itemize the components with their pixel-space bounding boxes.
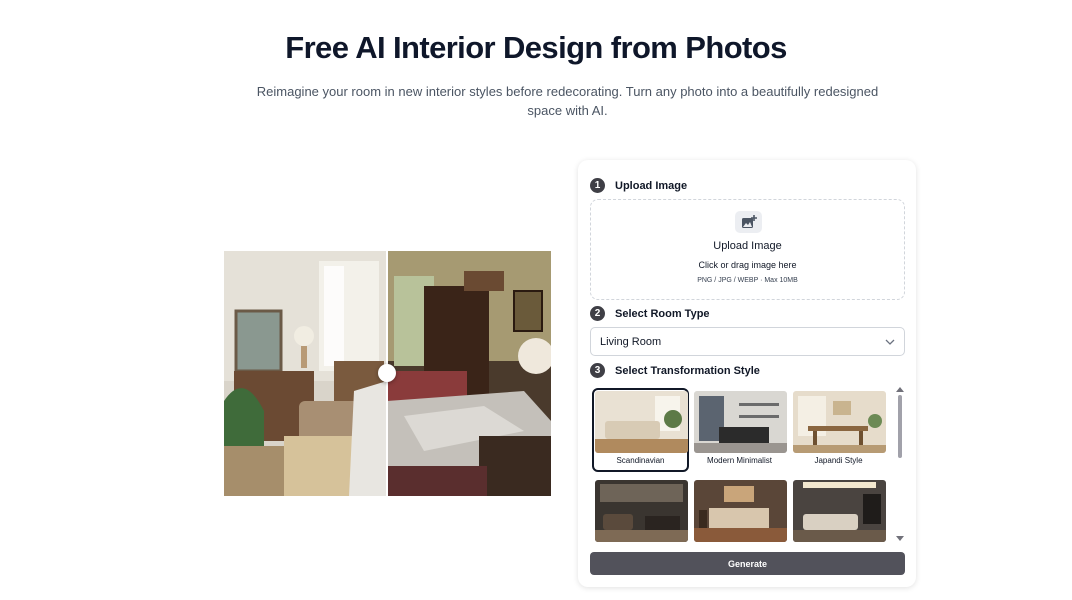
style-thumbnail — [694, 391, 787, 453]
chevron-down-icon — [885, 339, 895, 345]
step-label: Select Transformation Style — [615, 364, 760, 377]
style-thumbnail — [595, 480, 688, 542]
style-card-6[interactable] — [790, 477, 887, 543]
step-room-type: 2 Select Room Type — [590, 306, 710, 321]
room-type-value: Living Room — [600, 335, 662, 348]
style-card-scandinavian[interactable]: Scandinavian — [592, 388, 689, 472]
scroll-up-arrow-icon — [896, 387, 904, 392]
style-card-japandi[interactable]: Japandi Style — [790, 388, 887, 472]
step-number-badge: 3 — [590, 363, 605, 378]
design-panel: 1 Upload Image Upload Image Click or dra… — [578, 160, 916, 587]
step-number-badge: 2 — [590, 306, 605, 321]
image-plus-icon — [735, 211, 762, 233]
step-label: Upload Image — [615, 179, 688, 192]
style-thumbnail — [694, 480, 787, 542]
upload-formats: PNG / JPG / WEBP · Max 10MB — [697, 277, 798, 284]
comparison-slider-handle[interactable] — [378, 364, 396, 382]
style-name: Modern Minimalist — [707, 456, 772, 465]
page-subtitle: Reimagine your room in new interior styl… — [256, 84, 879, 118]
style-thumbnail — [793, 480, 886, 542]
upload-dropzone[interactable]: Upload Image Click or drag image here PN… — [590, 199, 905, 300]
room-type-select[interactable]: Living Room — [590, 327, 905, 356]
step-number-badge: 1 — [590, 178, 605, 193]
step-label: Select Room Type — [615, 307, 710, 320]
style-thumbnail — [793, 391, 886, 453]
style-grid: Scandinavian Modern Minimalist Japandi S… — [590, 385, 906, 543]
scroll-down-arrow-icon — [896, 536, 904, 541]
page-title: Free AI Interior Design from Photos — [285, 30, 787, 65]
generate-button[interactable]: Generate — [590, 552, 905, 575]
style-grid-scrollbar[interactable] — [896, 387, 904, 541]
style-name: Japandi Style — [814, 456, 863, 465]
before-after-comparison[interactable] — [224, 251, 551, 496]
style-card-5[interactable] — [691, 477, 788, 543]
style-card-modern-minimalist[interactable]: Modern Minimalist — [691, 388, 788, 472]
upload-hint: Click or drag image here — [698, 260, 797, 270]
style-card-4[interactable] — [592, 477, 689, 543]
step-upload: 1 Upload Image — [590, 178, 687, 193]
style-name: Scandinavian — [616, 456, 665, 465]
upload-title: Upload Image — [713, 240, 782, 252]
scroll-thumb[interactable] — [898, 395, 902, 458]
style-thumbnail — [595, 391, 688, 453]
step-style: 3 Select Transformation Style — [590, 363, 760, 378]
